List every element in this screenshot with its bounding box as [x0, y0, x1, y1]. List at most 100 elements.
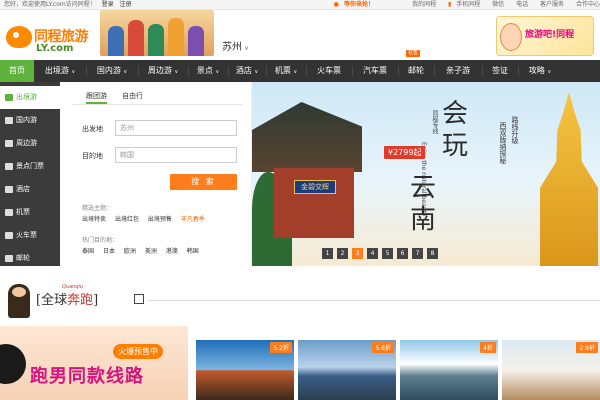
carousel-dot[interactable]: 1 — [322, 248, 333, 259]
theme-link[interactable]: 出境预售 — [148, 216, 172, 223]
nav-divider — [138, 66, 139, 76]
sidebar-item-hotel[interactable]: 酒店 — [0, 178, 60, 201]
sidebar-item-outbound[interactable]: 出境游 — [0, 86, 60, 109]
hot-destinations-label: 热门目的地： — [82, 237, 119, 244]
gift-icon: ● — [333, 1, 339, 8]
nav-divider — [482, 66, 483, 76]
carousel-dot[interactable]: 8 — [427, 248, 438, 259]
sidebar-item-tickets[interactable]: 景点门票 — [0, 155, 60, 178]
sidebar-item-trains[interactable]: 火车票 — [0, 224, 60, 247]
search-button[interactable]: 搜 索 — [170, 174, 237, 190]
carousel-dot[interactable]: 2 — [337, 248, 348, 259]
plane-icon — [5, 94, 13, 101]
service-link[interactable]: 客户服务 — [540, 1, 564, 8]
nav-item-outbound[interactable]: 出境游 ∨ — [36, 60, 84, 82]
person-figure — [188, 26, 204, 56]
deal-card[interactable]: 5.8折 — [298, 340, 396, 400]
deal-card[interactable]: 4折 — [400, 340, 498, 400]
login-link[interactable]: 登录 — [102, 1, 114, 8]
city-name: 苏州 — [222, 42, 242, 53]
carousel-dot[interactable]: 6 — [397, 248, 408, 259]
section-emblem-icon — [134, 294, 144, 304]
chevron-down-icon: ∨ — [123, 69, 128, 75]
discount-badge: 4折 — [480, 342, 496, 353]
destination-link[interactable]: 美洲 — [145, 248, 157, 255]
header: 同程旅游 LY.com 苏州 ∨ 旅游吧!同程 — [0, 10, 600, 60]
section-divider — [148, 300, 600, 301]
register-link[interactable]: 注册 — [120, 1, 132, 8]
theme-links: 出境特卖 出境红包 出境预售 非凡春季 — [82, 214, 212, 223]
nav-item-visa[interactable]: 签证 — [484, 60, 516, 82]
header-ad[interactable]: 旅游吧!同程 — [496, 16, 594, 56]
nav-item-domestic[interactable]: 国内游 ∨ — [88, 60, 136, 82]
hotel-icon — [5, 186, 13, 193]
chevron-down-icon: ∨ — [254, 69, 259, 75]
nav-divider — [188, 66, 189, 76]
destination-link[interactable]: 泰国 — [82, 248, 94, 255]
nav-item-nearby[interactable]: 周边游 ∨ — [140, 60, 186, 82]
discount-badge: 5.2折 — [270, 342, 292, 353]
sidebar-item-cruise[interactable]: 邮轮 — [0, 247, 60, 270]
sidebar-item-domestic[interactable]: 国内游 — [0, 109, 60, 132]
carousel-dot[interactable]: 5 — [382, 248, 393, 259]
theme-link[interactable]: 出境特卖 — [82, 216, 106, 223]
header-banner-image[interactable] — [100, 10, 214, 56]
deal-card[interactable]: 2.9折 — [502, 340, 600, 400]
nav-item-family[interactable]: 亲子游 — [436, 60, 480, 82]
presale-badge: 火爆预售中 — [113, 344, 163, 359]
to-input[interactable]: 韩国 — [115, 147, 237, 163]
section-title: [全球奔跑] — [36, 293, 99, 308]
theme-link[interactable]: 出境红包 — [115, 216, 139, 223]
tab-free-travel[interactable]: 自由行 — [122, 88, 143, 104]
promo-banner[interactable]: 火爆预售中 跑男同款线路 — [0, 326, 188, 400]
deal-card[interactable]: 5.2折 — [196, 340, 294, 400]
nav-item-hotel[interactable]: 酒店 ∨ — [230, 60, 264, 82]
from-label: 出发地 — [82, 125, 103, 133]
promo-link[interactable]: ● 等你来抢！ — [334, 1, 376, 8]
section-header: Quanqiu [全球奔跑] — [0, 284, 600, 320]
mobile-link[interactable]: ▮ 手机同程 — [448, 1, 482, 8]
temple-plaque: 金碧交辉 — [294, 180, 336, 194]
mascot-icon — [500, 23, 522, 51]
city-selector[interactable]: 苏州 ∨ — [222, 38, 249, 53]
runner-icon — [8, 284, 30, 318]
hero-carousel[interactable]: 金碧交辉 同程专线 Enjoy the natural beauty 会玩 云南… — [252, 82, 600, 266]
nav-item-cruise[interactable]: 在售 邮轮 — [400, 50, 432, 82]
tab-group-tour[interactable]: 跟团游 — [86, 88, 107, 104]
nav-item-flights[interactable]: 机票 ∨ — [268, 60, 304, 82]
nav-divider — [434, 66, 435, 76]
destination-link[interactable]: 韩国 — [187, 248, 199, 255]
chevron-down-icon: ∨ — [71, 69, 76, 75]
carousel-dot[interactable]: 4 — [367, 248, 378, 259]
person-figure — [148, 24, 164, 56]
chevron-down-icon: ∨ — [293, 69, 298, 75]
sidebar-item-nearby[interactable]: 周边游 — [0, 132, 60, 155]
hero-route-text: 西双版纳探秘 — [499, 122, 507, 164]
destination-link[interactable]: 港澳 — [166, 248, 178, 255]
nav-item-guides[interactable]: 攻略 ∨ — [520, 60, 560, 82]
header-ad-text: 旅游吧!同程 — [525, 30, 575, 40]
carousel-dot[interactable]: 7 — [412, 248, 423, 259]
nav-divider — [228, 66, 229, 76]
nav-divider — [398, 66, 399, 76]
person-figure — [128, 20, 144, 56]
site-logo[interactable]: 同程旅游 LY.com — [6, 22, 94, 56]
fish-logo-icon — [6, 26, 32, 48]
nav-item-bus[interactable]: 汽车票 — [354, 60, 396, 82]
destination-link[interactable]: 欧洲 — [124, 248, 136, 255]
my-tongcheng-link[interactable]: 我的同程 — [412, 1, 436, 8]
nav-item-attractions[interactable]: 景点 ∨ — [190, 60, 226, 82]
phone-link[interactable]: 电话 — [516, 1, 528, 8]
wechat-link[interactable]: 微信 — [492, 1, 504, 8]
temple-gate-image: 金碧交辉 — [274, 168, 354, 238]
from-input[interactable]: 苏州 — [115, 120, 237, 136]
cooperation-link[interactable]: 合作中心 — [576, 1, 600, 8]
nav-item-trains[interactable]: 火车票 — [308, 60, 350, 82]
theme-link[interactable]: 非凡春季 — [181, 216, 205, 223]
destination-link[interactable]: 日本 — [103, 248, 115, 255]
sidebar-item-flights[interactable]: 机票 — [0, 201, 60, 224]
carousel-dot-active[interactable]: 3 — [352, 248, 363, 259]
hero-upgrade-text: 路线升级 — [511, 116, 519, 144]
hero-price-tag[interactable]: ¥2799起 — [384, 146, 426, 159]
nav-item-home[interactable]: 首页 — [0, 60, 34, 82]
